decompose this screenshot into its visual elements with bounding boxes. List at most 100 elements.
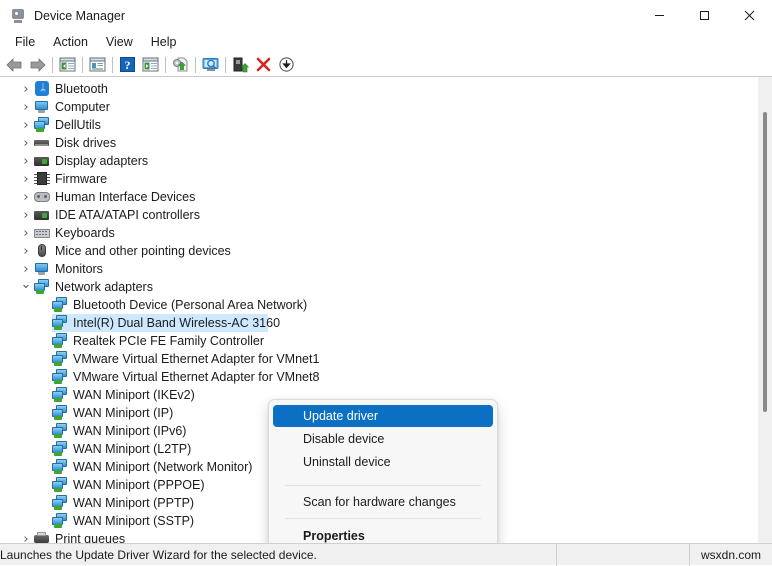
context-menu-separator [285, 485, 481, 486]
tree-item[interactable]: › Computer [0, 98, 758, 116]
tree-item-content: › Human Interface Devices [0, 188, 195, 206]
tree-item-content: › Keyboards [0, 224, 115, 242]
tree-item[interactable]: VMware Virtual Ethernet Adapter for VMne… [0, 350, 758, 368]
maximize-button[interactable] [682, 0, 727, 31]
close-button[interactable] [727, 0, 772, 31]
scan-hardware-changes-icon[interactable] [199, 54, 222, 76]
bluetooth-icon: ᛦ [34, 81, 50, 97]
tree-item-content: WAN Miniport (Network Monitor) [0, 458, 252, 476]
tree-item-label: WAN Miniport (PPPOE) [73, 478, 205, 492]
tree-item-label: Network adapters [55, 280, 153, 294]
title-bar: Device Manager [0, 0, 772, 31]
minimize-button[interactable] [637, 0, 682, 31]
tree-item[interactable]: › DellUtils [0, 116, 758, 134]
vertical-scrollbar[interactable] [758, 77, 772, 543]
tree-item-label: WAN Miniport (SSTP) [73, 514, 195, 528]
tree-item[interactable]: › ᛦ Bluetooth [0, 80, 758, 98]
tree-item[interactable]: Intel(R) Dual Band Wireless-AC 3160 [0, 314, 758, 332]
update-driver-icon[interactable] [169, 54, 192, 76]
context-menu-item-uninstall-device[interactable]: Uninstall device [273, 451, 493, 473]
tree-item[interactable]: Realtek PCIe FE Family Controller [0, 332, 758, 350]
menu-file[interactable]: File [6, 32, 44, 52]
chevron-right-icon[interactable]: › [18, 530, 34, 544]
tree-item-label: WAN Miniport (IPv6) [73, 424, 187, 438]
window-title: Device Manager [34, 8, 126, 23]
menu-view[interactable]: View [97, 32, 142, 52]
chevron-right-icon[interactable]: › [18, 260, 34, 278]
mouse-icon [34, 243, 50, 259]
context-menu[interactable]: Update driver Disable device Uninstall d… [268, 399, 498, 543]
tree-item[interactable]: › Display adapters [0, 152, 758, 170]
chevron-right-icon[interactable]: › [18, 206, 34, 224]
tree-item-label: Realtek PCIe FE Family Controller [73, 334, 265, 348]
tree-item-label: DellUtils [55, 118, 101, 132]
tree-item[interactable]: › Keyboards [0, 224, 758, 242]
context-menu-item-properties[interactable]: Properties [273, 524, 493, 543]
download-icon[interactable] [275, 54, 298, 76]
scrollbar-thumb[interactable] [763, 112, 767, 412]
tree-item-content: › Disk drives [0, 134, 116, 152]
tree-item[interactable]: › Human Interface Devices [0, 188, 758, 206]
network-adapter-icon [52, 423, 68, 439]
context-menu-item-disable-device[interactable]: Disable device [273, 428, 493, 450]
context-menu-item-scan-for-hardware-changes[interactable]: Scan for hardware changes [273, 491, 493, 513]
network-adapter-icon [52, 459, 68, 475]
tree-item-content: WAN Miniport (PPTP) [0, 494, 194, 512]
tree-item-content: Realtek PCIe FE Family Controller [0, 332, 264, 350]
menu-help[interactable]: Help [142, 32, 186, 52]
network-adapter-icon [52, 333, 68, 349]
tree-item-content: WAN Miniport (L2TP) [0, 440, 191, 458]
enable-device-icon[interactable] [229, 54, 252, 76]
chevron-right-icon[interactable]: › [18, 170, 34, 188]
chevron-right-icon[interactable]: › [18, 188, 34, 206]
back-arrow-icon[interactable] [3, 54, 26, 76]
tree-item-label: WAN Miniport (L2TP) [73, 442, 192, 456]
tree-item-label: Intel(R) Dual Band Wireless-AC 3160 [73, 316, 281, 330]
tree-item-content: ⌄ Network adapters [0, 278, 153, 296]
tree-item-label: Mice and other pointing devices [55, 244, 231, 258]
tree-item-content: › Mice and other pointing devices [0, 242, 231, 260]
tree-item-content: › ᛦ Bluetooth [0, 80, 108, 98]
network-adapter-icon [52, 369, 68, 385]
help-icon[interactable]: ? [116, 54, 139, 76]
status-message: Launches the Update Driver Wizard for th… [0, 547, 317, 562]
tree-item-content: VMware Virtual Ethernet Adapter for VMne… [0, 350, 319, 368]
chevron-right-icon[interactable]: › [18, 134, 34, 152]
tree-item-label: Human Interface Devices [55, 190, 196, 204]
chevron-right-icon[interactable]: › [18, 98, 34, 116]
uninstall-device-icon[interactable] [252, 54, 275, 76]
toolbar-separator [82, 56, 83, 73]
menu-action[interactable]: Action [44, 32, 97, 52]
tree-item-content: WAN Miniport (IKEv2) [0, 386, 195, 404]
tree-item-label: IDE ATA/ATAPI controllers [55, 208, 200, 222]
action-pane-icon[interactable] [139, 54, 162, 76]
tree-item-label: Disk drives [55, 136, 117, 150]
forward-arrow-icon[interactable] [26, 54, 49, 76]
tree-item[interactable]: VMware Virtual Ethernet Adapter for VMne… [0, 368, 758, 386]
tree-item[interactable]: ⌄ Network adapters [0, 278, 758, 296]
status-divider [556, 543, 557, 566]
tree-item[interactable]: › IDE ATA/ATAPI controllers [0, 206, 758, 224]
show-hide-console-tree-icon[interactable] [56, 54, 79, 76]
chevron-right-icon[interactable]: › [18, 80, 34, 98]
tree-item-label: Keyboards [55, 226, 115, 240]
tree-item[interactable]: › Mice and other pointing devices [0, 242, 758, 260]
tree-item[interactable]: Bluetooth Device (Personal Area Network) [0, 296, 758, 314]
chevron-down-icon[interactable]: ⌄ [18, 278, 34, 296]
network-adapter-icon [52, 477, 68, 493]
device-manager-window: Device Manager File Action View Help ? ›… [0, 0, 772, 566]
tree-item-content: › IDE ATA/ATAPI controllers [0, 206, 200, 224]
properties-icon[interactable] [86, 54, 109, 76]
tree-item[interactable]: › Disk drives [0, 134, 758, 152]
tree-item-label: Bluetooth Device (Personal Area Network) [73, 298, 308, 312]
chevron-right-icon[interactable]: › [18, 224, 34, 242]
tree-item[interactable]: › Monitors [0, 260, 758, 278]
chevron-right-icon[interactable]: › [18, 152, 34, 170]
print-queue-icon [34, 531, 50, 543]
chevron-right-icon[interactable]: › [18, 116, 34, 134]
context-menu-item-update-driver[interactable]: Update driver [273, 405, 493, 427]
tree-item-content: › DellUtils [0, 116, 101, 134]
status-bar: Launches the Update Driver Wizard for th… [0, 543, 772, 566]
tree-item[interactable]: › Firmware [0, 170, 758, 188]
chevron-right-icon[interactable]: › [18, 242, 34, 260]
